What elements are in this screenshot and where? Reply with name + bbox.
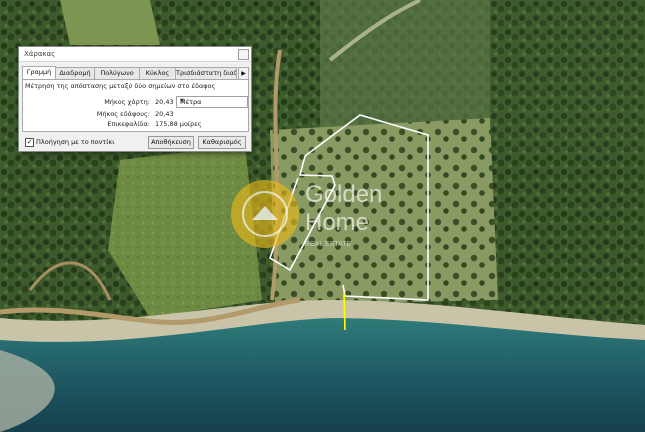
tab-strip: Γραμμή Διαδρομή Πολύγωνο Κύκλος Τρισδιάσ…	[22, 66, 250, 80]
watermark-text-1: Golden	[305, 181, 382, 208]
unit-select[interactable]: Μέτρα ▼	[176, 96, 248, 108]
tab-line[interactable]: Γραμμή	[22, 66, 56, 79]
heading-value: 175,88 μοίρες	[155, 120, 202, 128]
panel-description: Μέτρηση της απόστασης μεταξύ δύο σημείων…	[25, 82, 216, 90]
tab-3d-path[interactable]: Τρισδιάστατη διαδρ	[175, 67, 237, 79]
dialog-title: Χάρακας	[24, 50, 56, 58]
dialog-titlebar[interactable]: Χάρακας	[19, 47, 251, 62]
heading-label: Επικεφαλίδα:	[107, 120, 150, 128]
map-length-value: 20,43	[155, 98, 174, 106]
clear-button[interactable]: Καθαρισμός	[198, 136, 246, 149]
close-icon[interactable]	[238, 49, 249, 60]
tab-path[interactable]: Διαδρομή	[55, 67, 95, 79]
dialog-footer: ✓ Πλοήγηση με το ποντίκι Αποθήκευση Καθα…	[22, 136, 250, 149]
field-top	[60, 0, 160, 45]
watermark-text-2: Home	[305, 209, 369, 236]
ruler-dialog: Χάρακας Γραμμή Διαδρομή Πολύγωνο Κύκλος …	[18, 46, 252, 152]
ruler-line[interactable]	[343, 292, 346, 331]
forest-right	[490, 0, 645, 330]
mouse-nav-label: Πλοήγηση με το ποντίκι	[36, 138, 115, 146]
tab-circle[interactable]: Κύκλος	[139, 67, 176, 79]
save-button[interactable]: Αποθήκευση	[148, 136, 194, 149]
watermark-tagline: REAL ESTATE	[305, 241, 351, 248]
mouse-nav-checkbox[interactable]: ✓	[25, 138, 34, 147]
map-length-label: Μήκος χάρτη:	[104, 98, 150, 106]
chevron-down-icon: ▼	[180, 98, 184, 104]
ground-length-label: Μήκος εδάφους:	[96, 110, 150, 118]
ground-length-value: 20,43	[155, 110, 174, 118]
tab-polygon[interactable]: Πολύγωνο	[94, 67, 140, 79]
line-panel: Μέτρηση της απόστασης μεταξύ δύο σημείων…	[22, 79, 249, 132]
